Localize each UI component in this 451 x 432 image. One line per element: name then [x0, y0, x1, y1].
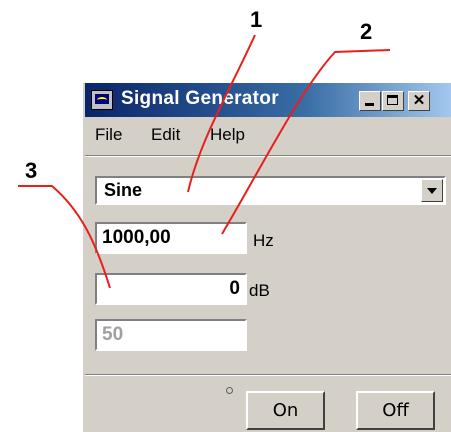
waveform-select-value: Sine	[104, 180, 143, 200]
app-icon	[91, 90, 113, 110]
chevron-down-icon[interactable]	[421, 179, 443, 202]
footer-divider	[85, 374, 451, 376]
callout-number-3: 3	[25, 158, 37, 183]
level-input[interactable]: 0	[95, 273, 247, 305]
frequency-input[interactable]: 1000,00	[95, 222, 247, 254]
off-button[interactable]: Off	[356, 391, 435, 430]
status-led-icon	[226, 387, 233, 394]
menu-file[interactable]: File	[95, 125, 122, 145]
title-bar[interactable]: Signal Generator ✕	[85, 83, 451, 117]
menu-bar: File Edit Help	[85, 121, 451, 149]
menu-divider	[85, 155, 451, 157]
menu-edit[interactable]: Edit	[151, 125, 180, 145]
callout-number-2: 2	[360, 19, 372, 44]
window-title: Signal Generator	[121, 88, 279, 109]
signal-generator-window: Signal Generator ✕ File Edit Help Sine 1…	[81, 81, 451, 432]
disabled-input: 50	[95, 319, 247, 351]
maximize-button[interactable]	[382, 91, 404, 111]
waveform-select[interactable]: Sine	[95, 176, 446, 205]
close-button[interactable]: ✕	[408, 91, 430, 111]
level-unit-label: dB	[249, 281, 270, 300]
frequency-unit-label: Hz	[253, 231, 274, 250]
screenshot-stage: Signal Generator ✕ File Edit Help Sine 1…	[0, 0, 451, 432]
on-button[interactable]: On	[246, 391, 325, 430]
callout-number-1: 1	[250, 7, 262, 32]
minimize-button[interactable]	[359, 91, 381, 111]
menu-help[interactable]: Help	[210, 125, 245, 145]
